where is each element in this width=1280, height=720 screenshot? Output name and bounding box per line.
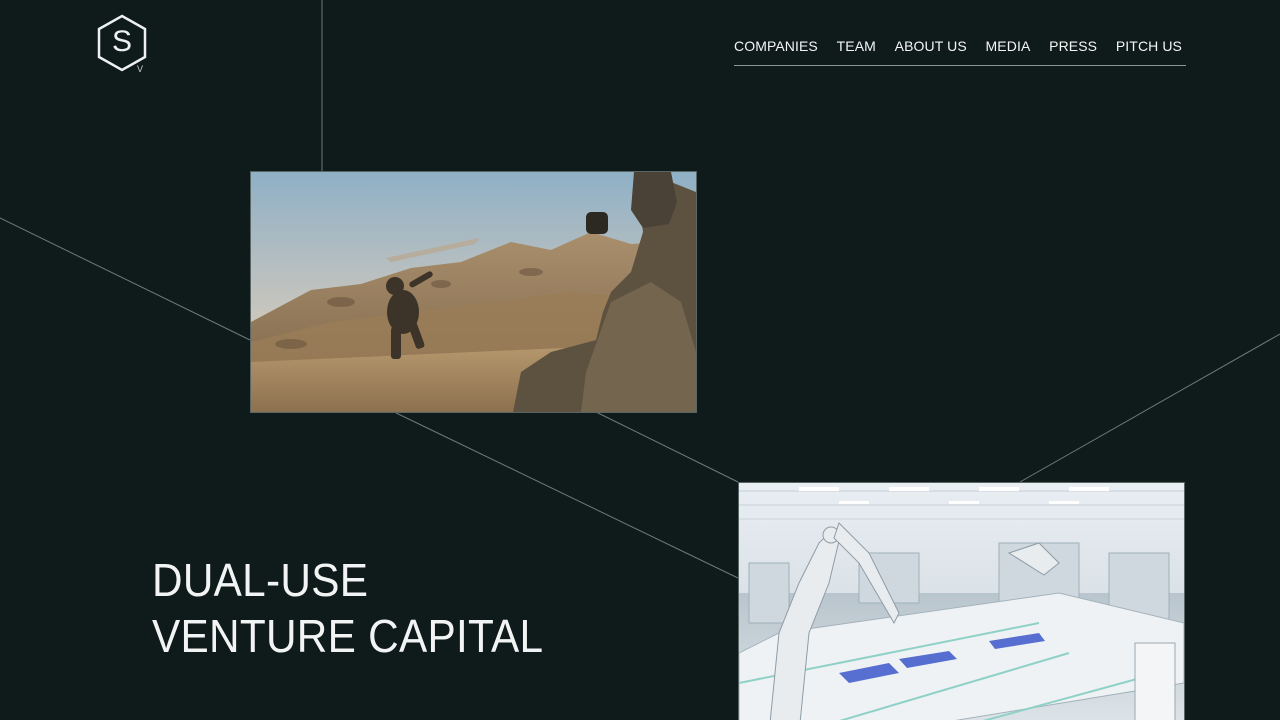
main-navigation: COMPANIES TEAM ABOUT US MEDIA PRESS PITC…	[734, 37, 1186, 66]
nav-pitch-us[interactable]: PITCH US	[1116, 37, 1182, 55]
hero-headline: DUAL-USE VENTURE CAPITAL	[152, 552, 543, 664]
hero-line-2: VENTURE CAPITAL	[152, 610, 544, 662]
logo-subscript: V	[137, 64, 144, 74]
brand-logo[interactable]: S V	[96, 14, 152, 76]
nav-press[interactable]: PRESS	[1049, 37, 1097, 55]
nav-media[interactable]: MEDIA	[986, 37, 1031, 55]
nav-team[interactable]: TEAM	[837, 37, 876, 55]
logo-letter: S	[111, 25, 132, 58]
nav-companies[interactable]: COMPANIES	[734, 37, 818, 55]
soldiers-drone-image	[250, 171, 697, 413]
page: S V COMPANIES TEAM ABOUT US MEDIA PRESS …	[0, 0, 1280, 720]
nav-about-us[interactable]: ABOUT US	[895, 37, 967, 55]
hero-line-1: DUAL-USE	[152, 554, 369, 606]
robotic-factory-image	[738, 482, 1185, 720]
